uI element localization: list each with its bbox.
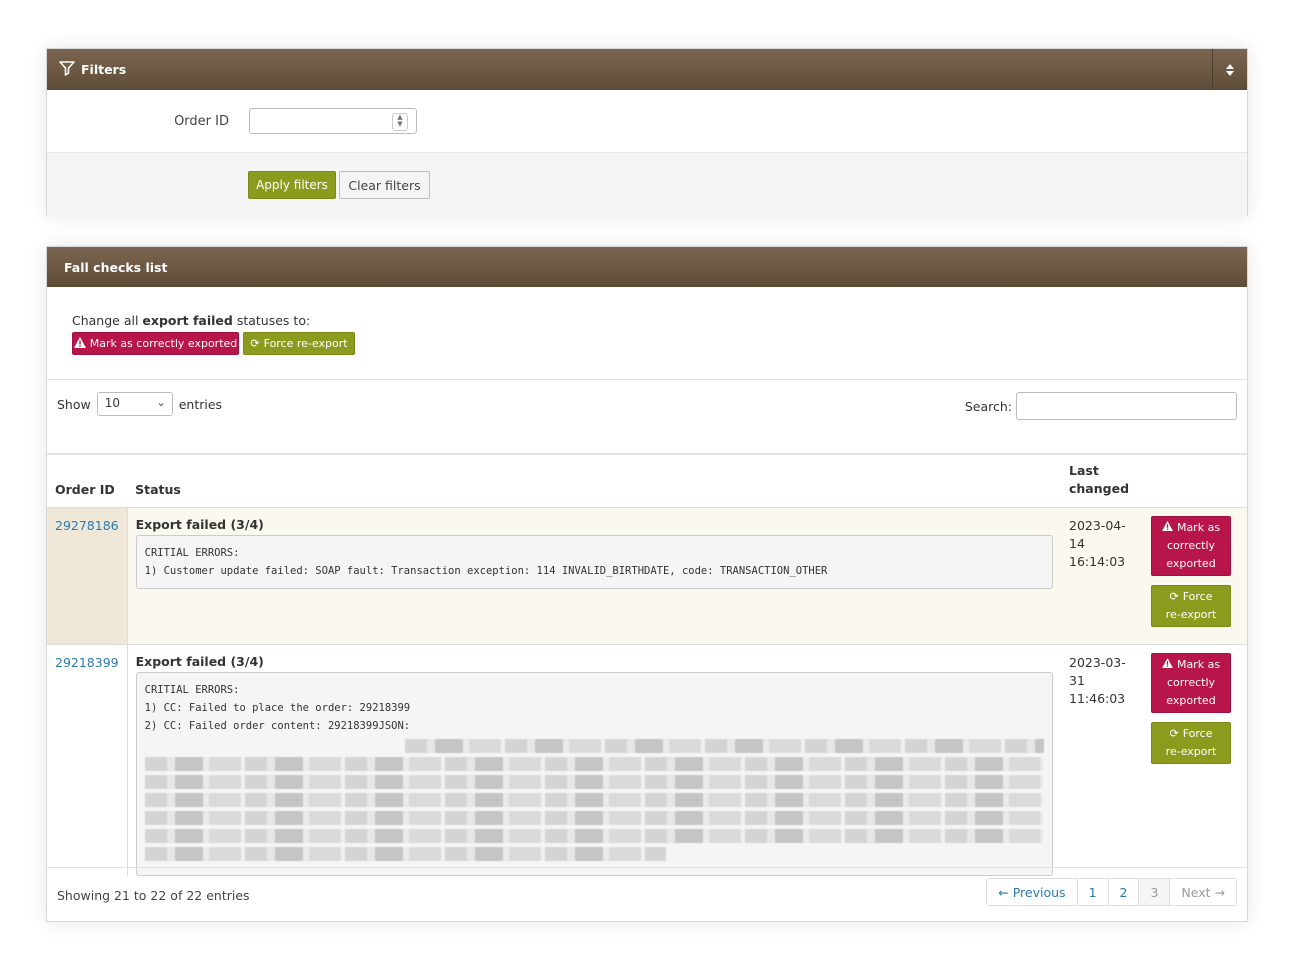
last-changed: 2023-03-31 11:46:03 <box>1069 654 1126 706</box>
col-actions <box>1149 455 1247 507</box>
entries-select[interactable]: 10 ⌄ <box>96 392 173 416</box>
page-3[interactable]: 3 <box>1138 879 1170 905</box>
show-label: Show <box>57 396 91 412</box>
showing-info: Showing 21 to 22 of 22 entries <box>57 888 250 903</box>
filters-panel: Filters Order ID ▲ ▼ Apply filters Clear … <box>46 48 1248 217</box>
next-page[interactable]: Next → <box>1169 879 1236 905</box>
page-2[interactable]: 2 <box>1107 879 1139 905</box>
refresh-icon: ⟳ <box>1169 726 1179 740</box>
status-title: Export failed (3/4) <box>135 653 264 669</box>
bulk-text: Change all export failed statuses to: <box>72 313 311 328</box>
table-row: 29278186 Export failed (3/4) CRITIAL ERR… <box>47 507 1247 644</box>
error-box: CRITIAL ERRORS: 1) CC: Failed to place t… <box>135 671 1053 876</box>
filters-title: Filters <box>81 62 127 77</box>
apply-filters-button[interactable]: Apply filters <box>248 171 336 199</box>
col-status[interactable]: Status <box>127 455 1061 507</box>
col-last-changed[interactable]: Last changed <box>1061 455 1149 507</box>
mark-exported-button[interactable]: Mark as correctly exported <box>1151 515 1231 576</box>
search-input[interactable] <box>1016 392 1237 420</box>
order-id-input[interactable]: ▲ ▼ <box>249 108 417 134</box>
force-all-reexport-button[interactable]: ⟳ Force re-export <box>243 332 355 355</box>
last-changed: 2023-04-14 16:14:03 <box>1061 507 1149 644</box>
fall-checks-table: Order ID Status Last changed 29278186 Ex… <box>47 455 1247 876</box>
warning-icon <box>1161 656 1173 674</box>
force-reexport-button[interactable]: ⟳ Force re-export <box>1151 584 1231 627</box>
collapse-toggle[interactable] <box>1212 49 1247 90</box>
pagination: ← Previous 1 2 3 Next → <box>986 878 1237 906</box>
filters-header[interactable]: Filters <box>47 49 1247 90</box>
order-id-filter-row: Order ID ▲ ▼ <box>47 90 1247 153</box>
bulk-actions: Change all export failed statuses to: Ma… <box>47 287 1247 380</box>
table-footer: Showing 21 to 22 of 22 entries ← Previou… <box>47 867 1247 921</box>
warning-icon <box>73 336 86 351</box>
list-header: Fall checks list <box>47 247 1247 287</box>
redacted-content <box>144 738 1044 861</box>
error-box: CRITIAL ERRORS: 1) Customer update faile… <box>135 534 1053 589</box>
prev-page[interactable]: ← Previous <box>987 879 1076 905</box>
warning-icon <box>1161 519 1173 537</box>
table-controls: Show 10 ⌄ entries Search: <box>47 380 1247 455</box>
order-link[interactable]: 29218399 <box>55 655 119 670</box>
col-order-id[interactable]: Order ID <box>47 455 127 507</box>
refresh-icon: ⟳ <box>1169 589 1179 603</box>
status-title: Export failed (3/4) <box>135 516 264 532</box>
list-title: Fall checks list <box>64 259 168 275</box>
entries-label: entries <box>178 396 223 412</box>
fall-checks-panel: Fall checks list Change all export faile… <box>46 246 1248 922</box>
page-1[interactable]: 1 <box>1076 879 1108 905</box>
mark-all-exported-button[interactable]: Mark as correctly exported <box>72 332 239 355</box>
sort-arrows-icon <box>1226 63 1234 76</box>
chevron-down-icon: ⌄ <box>156 396 166 409</box>
number-spinner[interactable]: ▲ ▼ <box>392 113 408 131</box>
filter-icon <box>59 60 75 79</box>
refresh-icon: ⟳ <box>250 337 260 350</box>
mark-exported-button[interactable]: Mark as correctly exported <box>1151 652 1231 713</box>
order-link[interactable]: 29278186 <box>55 518 119 533</box>
search-label: Search: <box>964 398 1012 414</box>
force-reexport-button[interactable]: ⟳ Force re-export <box>1151 721 1231 764</box>
filter-actions: Apply filters Clear filters <box>47 153 1247 217</box>
order-id-label: Order ID <box>174 113 229 129</box>
clear-filters-button[interactable]: Clear filters <box>339 171 430 199</box>
table-row: 29218399 Export failed (3/4) CRITIAL ERR… <box>47 644 1247 876</box>
